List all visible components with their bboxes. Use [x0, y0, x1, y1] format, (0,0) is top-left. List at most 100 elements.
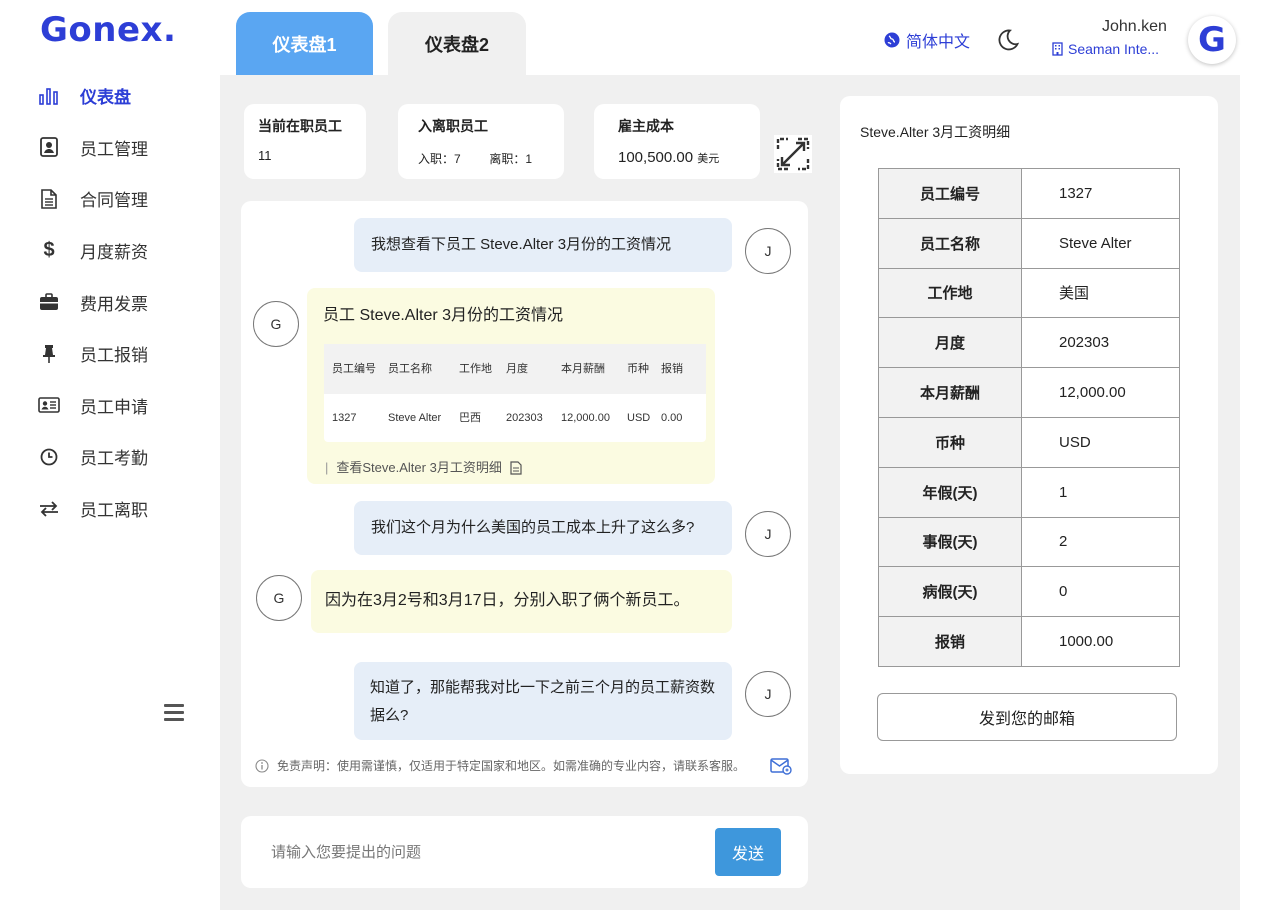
cost-unit: 美元: [697, 153, 720, 165]
question-input[interactable]: [271, 838, 691, 866]
sidebar-item-offboarding[interactable]: 员工离职: [0, 483, 220, 535]
view-salary-detail-link[interactable]: | 查看Steve.Alter 3月工资明细: [325, 454, 522, 482]
stat-onboard-offboard: 入离职员工 入职：7 离职：1: [398, 104, 564, 179]
table-header-cell: 月度: [506, 363, 528, 375]
sidebar-item-reimbursement[interactable]: 员工报销: [0, 328, 220, 380]
gonex-logo[interactable]: Gonex.: [40, 10, 176, 50]
message-text: 我们这个月为什么美国的员工成本上升了这么多?: [371, 519, 695, 536]
stat-breakdown: 入职：7 离职：1: [418, 150, 550, 167]
detail-key: 病假(天): [878, 566, 1022, 618]
bot-message: 员工 Steve.Alter 3月份的工资情况 员工编号 员工名称 工作地 月度…: [307, 288, 715, 484]
company-selector[interactable]: Seaman Inte...: [1052, 41, 1159, 57]
offboard-value: 1: [525, 152, 533, 166]
stat-employer-cost: 雇主成本 100,500.00 美元: [594, 104, 760, 179]
table-cell: 12,000.00: [561, 412, 610, 424]
sidebar: Gonex. 仪表盘 员工管理 合同管理 $ 月度薪资 费用发票 员工报销 员工…: [0, 0, 220, 923]
feedback-mail-icon[interactable]: [770, 757, 792, 775]
hamburger-menu-icon[interactable]: [164, 704, 184, 724]
info-icon: [255, 758, 269, 773]
dollar-icon: $: [43, 239, 55, 262]
table-header-cell: 工作地: [459, 363, 492, 375]
expand-icon: [776, 137, 810, 171]
onboard-label: 入职：: [418, 152, 455, 166]
sidebar-item-attendance[interactable]: 员工考勤: [0, 431, 220, 483]
tab-dashboard-1[interactable]: 仪表盘1: [236, 12, 373, 76]
send-button[interactable]: 发送: [715, 828, 781, 876]
table-row: 员工名称 Steve Alter: [878, 217, 1180, 269]
detail-key: 工作地: [878, 267, 1022, 319]
message-text: 知道了，那能帮我对比一下之前三个月的员工薪资数据么?: [370, 679, 716, 724]
moon-icon: [998, 29, 1020, 51]
detail-value: 2: [1021, 516, 1180, 568]
pin-icon: [38, 343, 60, 365]
cost-amount: 100,500.00: [618, 149, 694, 166]
user-message: 我们这个月为什么美国的员工成本上升了这么多?: [354, 501, 732, 555]
detail-key: 币种: [878, 416, 1022, 468]
send-to-email-button[interactable]: 发到您的邮箱: [877, 693, 1177, 741]
table-row: 病假(天) 0: [878, 566, 1180, 618]
dark-mode-toggle[interactable]: [996, 28, 1020, 52]
sidebar-item-label: 员工管理: [80, 139, 148, 159]
sidebar-item-label: 仪表盘: [80, 88, 131, 108]
table-cell: 0.00: [661, 412, 683, 424]
salary-detail-table: 员工编号 1327 员工名称 Steve Alter 工作地 美国 月度 202303 …: [878, 168, 1180, 667]
table-cell: 巴西: [459, 412, 481, 424]
link-text: 查看Steve.Alter 3月工资明细: [336, 460, 502, 475]
sidebar-item-label: 合同管理: [80, 191, 148, 211]
bot-message: 因为在3月2号和3月17日，分别入职了俩个新员工。: [311, 570, 732, 633]
sidebar-item-label: 员工申请: [80, 397, 148, 417]
sidebar-item-employee-management[interactable]: 员工管理: [0, 122, 220, 174]
user-message: 知道了，那能帮我对比一下之前三个月的员工薪资数据么?: [354, 662, 732, 740]
sidebar-item-dashboard[interactable]: 仪表盘: [0, 70, 220, 122]
table-row: 事假(天) 2: [878, 516, 1180, 568]
expand-button[interactable]: [774, 135, 812, 173]
bot-avatar: G: [253, 301, 299, 347]
table-row: 月度 202303: [878, 317, 1180, 369]
offboard-label: 离职：: [489, 152, 526, 166]
message-text: 因为在3月2号和3月17日，分别入职了俩个新员工。: [325, 592, 690, 609]
salary-detail-panel: Steve.Alter 3月工资明细 员工编号 1327 员工名称 Steve Al…: [840, 96, 1218, 774]
table-row: 员工编号 1327: [878, 168, 1180, 219]
table-cell: USD: [627, 412, 651, 424]
clock-icon: [38, 446, 60, 468]
id-card-icon: [38, 394, 60, 416]
bar-chart-icon: [38, 85, 60, 107]
sidebar-item-label: 费用发票: [80, 294, 148, 314]
onboard-value: 7: [454, 152, 461, 166]
detail-value: 12,000.00: [1021, 367, 1180, 418]
detail-value: 0: [1021, 566, 1180, 618]
language-selector[interactable]: 简体中文: [884, 28, 970, 52]
stat-value: 100,500.00 美元: [618, 149, 746, 166]
language-label: 简体中文: [906, 34, 971, 51]
user-avatar: J: [745, 228, 791, 274]
sidebar-item-expense-invoices[interactable]: 费用发票: [0, 276, 220, 328]
building-icon: [1052, 42, 1063, 56]
message-text: 我想查看下员工 Steve.Alter 3月份的工资情况: [371, 236, 672, 253]
table-row: 年假(天) 1: [878, 466, 1180, 518]
company-label: Seaman Inte...: [1068, 41, 1160, 57]
detail-value: USD: [1021, 416, 1180, 468]
user-avatar: J: [745, 671, 791, 717]
detail-value: 1000.00: [1021, 616, 1180, 667]
sidebar-nav: 仪表盘 员工管理 合同管理 $ 月度薪资 费用发票 员工报销 员工申请 员工考勤…: [0, 70, 220, 534]
detail-key: 事假(天): [878, 516, 1022, 568]
disclaimer-text: 免责声明：使用需谨慎，仅适用于特定国家和地区。如需准确的专业内容，请联系客服。: [277, 759, 746, 773]
detail-value: 202303: [1021, 317, 1180, 369]
question-input-bar: 发送: [241, 816, 808, 888]
globe-icon: [884, 32, 900, 48]
table-header-cell: 员工编号: [332, 363, 376, 375]
user-avatar: J: [745, 511, 791, 557]
avatar[interactable]: G: [1188, 16, 1236, 64]
sidebar-item-monthly-payroll[interactable]: $ 月度薪资: [0, 225, 220, 277]
contact-card-icon: [38, 136, 60, 158]
detail-key: 员工名称: [878, 217, 1022, 269]
sidebar-item-label: 月度薪资: [80, 243, 148, 263]
stat-value: 11: [258, 148, 272, 163]
sidebar-item-employee-requests[interactable]: 员工申请: [0, 380, 220, 432]
table-row: 报销 1000.00: [878, 616, 1180, 667]
detail-value: 1327: [1021, 168, 1180, 219]
table-cell: 1327: [332, 412, 357, 424]
tab-dashboard-2[interactable]: 仪表盘2: [388, 12, 526, 76]
sidebar-item-contract-management[interactable]: 合同管理: [0, 173, 220, 225]
sidebar-item-label: 员工考勤: [80, 449, 148, 469]
